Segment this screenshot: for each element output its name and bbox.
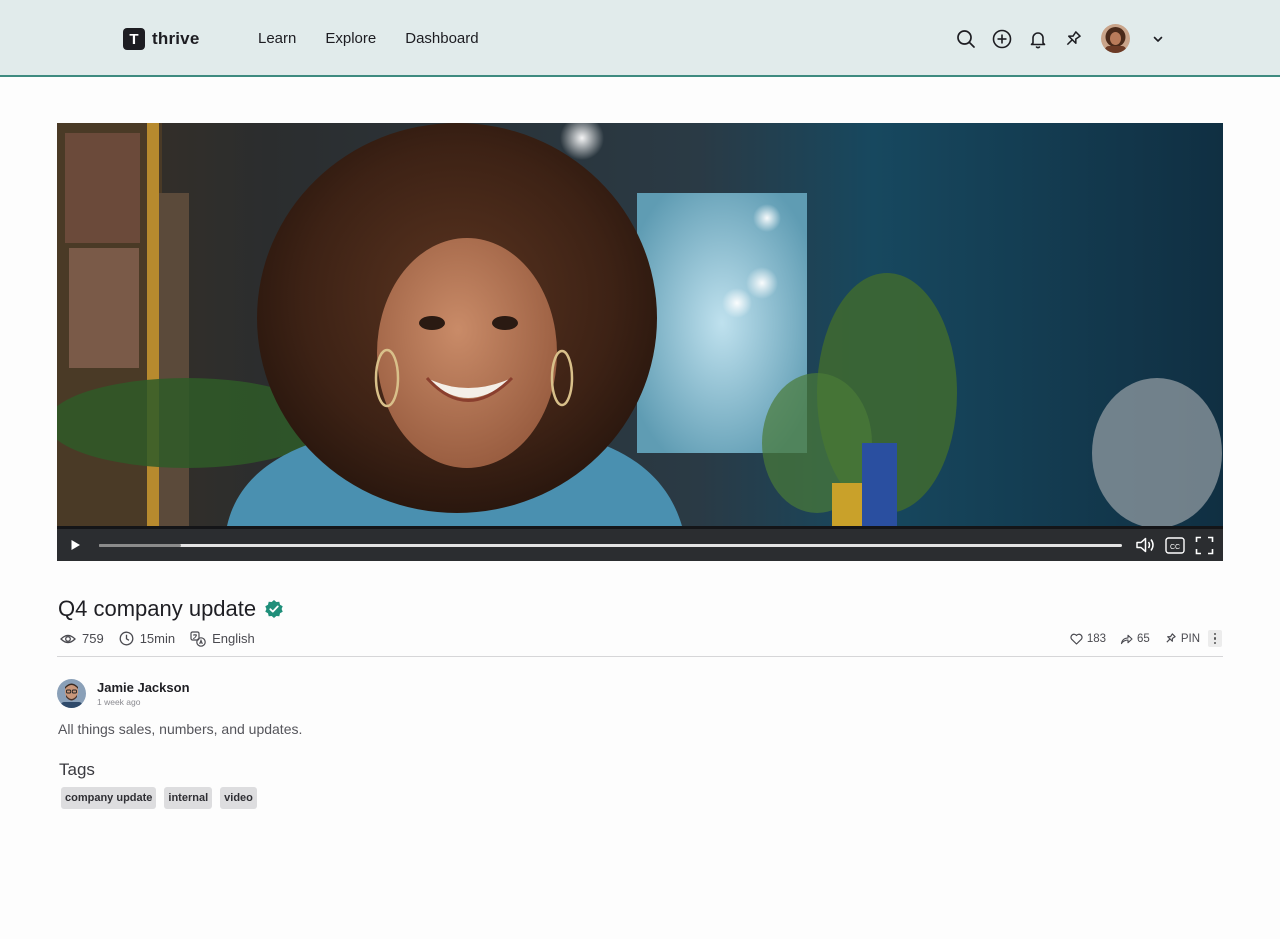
user-avatar[interactable] [1101, 24, 1130, 53]
views-count: 759 [60, 631, 104, 646]
tag-internal[interactable]: internal [164, 787, 213, 809]
post-timestamp: 1 week ago [97, 697, 141, 707]
fullscreen-icon[interactable] [1193, 535, 1215, 555]
likes-count: 183 [1086, 632, 1107, 645]
video-controls: CC [57, 526, 1223, 561]
progress-buffered [99, 544, 181, 547]
post-meta: 759 15min English [60, 630, 270, 647]
account-menu-chevron-down-icon[interactable] [1147, 28, 1169, 50]
tag-list: company update internal video [61, 787, 265, 809]
post-actions: 183 65 PIN [1056, 630, 1222, 647]
like-button[interactable]: 183 [1070, 633, 1106, 645]
pin-icon [1166, 633, 1176, 643]
bell-icon[interactable] [1027, 28, 1049, 50]
post-description: All things sales, numbers, and updates. [58, 721, 303, 737]
logo-text: thrive [152, 29, 200, 48]
play-icon[interactable] [65, 535, 85, 555]
progress-bar[interactable] [99, 544, 1122, 547]
video-player[interactable]: CC [57, 123, 1223, 561]
section-divider [57, 656, 1223, 657]
more-options-icon[interactable] [1208, 630, 1222, 647]
shares-count: 65 [1137, 632, 1150, 645]
tags-heading: Tags [59, 760, 95, 779]
pin-button[interactable]: PIN [1164, 632, 1200, 645]
eye-icon [60, 634, 76, 643]
duration: 15min [119, 631, 175, 646]
post-title-row: Q4 company update [58, 595, 284, 623]
language-value: English [212, 631, 255, 646]
logo-mark: T [123, 28, 145, 50]
add-icon[interactable] [991, 28, 1013, 50]
main-nav: Learn Explore Dashboard [258, 29, 508, 49]
verified-badge-icon [265, 600, 283, 618]
tag-company-update[interactable]: company update [61, 787, 157, 809]
author-name[interactable]: Jamie Jackson [97, 680, 190, 695]
video-frame [57, 123, 1223, 526]
pin-icon[interactable] [1062, 28, 1084, 50]
search-icon[interactable] [955, 28, 977, 50]
top-navigation-bar: T thrive Learn Explore Dashboard [0, 0, 1280, 77]
tag-video[interactable]: video [220, 787, 257, 809]
language: English [190, 630, 255, 647]
heart-icon [1070, 633, 1083, 645]
nav-learn[interactable]: Learn [258, 29, 296, 49]
share-button[interactable]: 65 [1120, 633, 1150, 645]
captions-icon[interactable]: CC [1164, 535, 1186, 555]
clock-icon [119, 631, 134, 646]
views-value: 759 [82, 631, 104, 646]
captions-label: CC [1170, 543, 1180, 550]
nav-dashboard[interactable]: Dashboard [405, 29, 478, 49]
page-title: Q4 company update [58, 596, 257, 621]
duration-value: 15min [139, 631, 176, 646]
volume-icon[interactable] [1134, 534, 1158, 556]
pin-label: PIN [1180, 632, 1200, 645]
thrive-logo[interactable]: T thrive [123, 28, 200, 50]
nav-explore[interactable]: Explore [325, 29, 376, 49]
translate-icon [190, 630, 206, 647]
author-avatar[interactable] [57, 679, 86, 708]
share-icon [1120, 634, 1133, 644]
